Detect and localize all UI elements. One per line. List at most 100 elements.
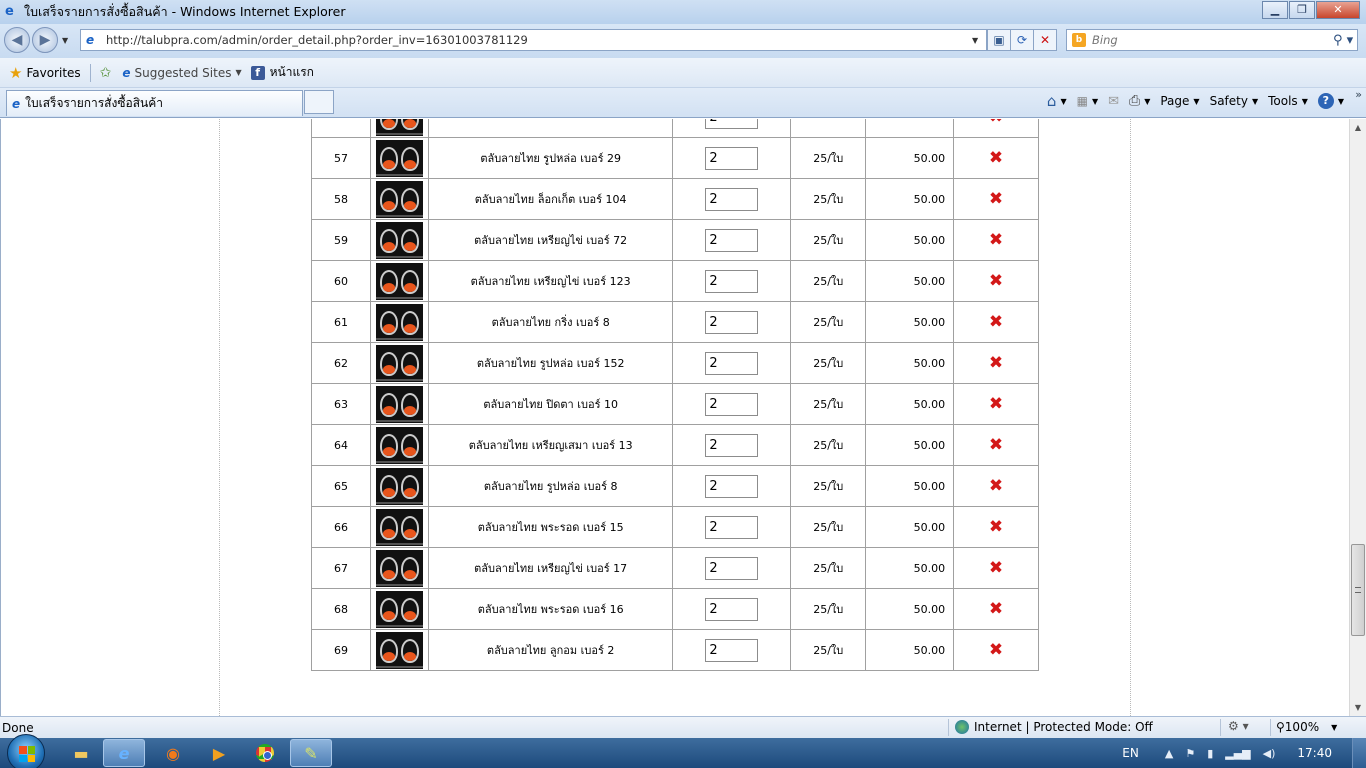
taskbar-chrome[interactable] [244, 739, 286, 767]
product-thumbnail[interactable] [375, 549, 423, 587]
search-icon[interactable]: ⚲ ▾ [1333, 33, 1357, 48]
delete-icon[interactable]: ✖ [989, 271, 1003, 291]
zoom-control[interactable]: ⚲ 100% ▼ [1276, 720, 1337, 734]
product-thumbnail[interactable] [375, 119, 423, 136]
quantity-input[interactable] [705, 351, 759, 375]
scroll-up-icon[interactable]: ▲ [1350, 119, 1366, 136]
facebook-favorite-link[interactable]: f หน้าแรก [250, 63, 314, 82]
quantity-input[interactable] [705, 597, 759, 621]
recent-pages-dropdown[interactable]: ▼ [62, 36, 68, 45]
product-thumbnail[interactable] [375, 344, 423, 382]
delete-icon[interactable]: ✖ [989, 558, 1003, 578]
ie-icon: e [5, 4, 14, 19]
item-number: 68 [311, 588, 371, 630]
show-hidden-icons[interactable]: ▲ [1165, 747, 1173, 760]
forward-button[interactable]: ▶ [32, 27, 58, 53]
read-mail-button[interactable]: ✉ [1108, 94, 1119, 109]
safety-menu[interactable]: Safety ▼ [1210, 94, 1259, 108]
delete-icon[interactable]: ✖ [989, 148, 1003, 168]
table-row: 59 ตลับลายไทย เหรียญไข่ เบอร์ 72 25/ใบ50.0… [311, 219, 1039, 261]
address-bar[interactable]: e ▼ [80, 29, 987, 51]
product-thumbnail[interactable] [375, 631, 423, 669]
refresh-button[interactable]: ⟳ [1010, 29, 1034, 51]
delete-icon[interactable]: ✖ [989, 230, 1003, 250]
product-thumbnail[interactable] [375, 139, 423, 177]
suggested-sites-link[interactable]: e Suggested Sites ▼ [122, 66, 241, 80]
delete-icon[interactable]: ✖ [989, 394, 1003, 414]
favorites-button[interactable]: ★ Favorites [9, 64, 81, 82]
product-thumbnail[interactable] [375, 426, 423, 464]
print-button[interactable]: ⎙ ▼ [1129, 93, 1150, 109]
product-thumbnail[interactable] [375, 590, 423, 628]
clock[interactable]: 17:40 [1297, 746, 1332, 760]
compatibility-view-button[interactable]: ▣ [987, 29, 1011, 51]
feeds-button[interactable]: ▦ ▼ [1077, 94, 1099, 108]
address-dropdown-icon[interactable]: ▼ [972, 36, 986, 45]
network-icon[interactable]: ▂▄▆ [1225, 747, 1250, 760]
product-thumbnail[interactable] [375, 467, 423, 505]
product-thumbnail[interactable] [375, 262, 423, 300]
volume-icon[interactable]: ◀) [1263, 747, 1276, 760]
delete-icon[interactable]: ✖ [989, 517, 1003, 537]
minimize-button[interactable]: ▁ [1262, 1, 1288, 19]
quantity-input[interactable] [705, 187, 759, 211]
tab-order-receipt[interactable]: e ใบเสร็จรายการสั่งซื้อสินค้า [6, 90, 303, 116]
quantity-input[interactable] [705, 392, 759, 416]
item-name: ตลับลายไทย ล็อกเก็ต เบอร์ 104 [427, 178, 674, 220]
delete-icon[interactable]: ✖ [989, 599, 1003, 619]
quantity-input[interactable] [705, 556, 759, 580]
delete-icon[interactable]: ✖ [989, 189, 1003, 209]
search-box[interactable]: b ⚲ ▾ [1066, 29, 1358, 51]
item-delete-cell: ✖ [953, 260, 1039, 302]
help-menu[interactable]: ? ▼ [1317, 93, 1344, 109]
product-thumbnail[interactable] [375, 303, 423, 341]
delete-icon[interactable]: ✖ [989, 353, 1003, 373]
battery-icon[interactable]: ▮ [1207, 747, 1213, 760]
delete-icon[interactable]: ✖ [989, 640, 1003, 660]
language-indicator[interactable]: EN [1122, 746, 1139, 760]
security-zone[interactable]: Internet | Protected Mode: Off [955, 720, 1153, 734]
start-button[interactable] [7, 734, 45, 768]
firefox-icon: ◉ [166, 743, 180, 763]
product-thumbnail[interactable] [375, 385, 423, 423]
scrollbar-thumb[interactable] [1351, 544, 1365, 636]
more-commands-icon[interactable]: » [1355, 88, 1362, 101]
vertical-scrollbar[interactable]: ▲ ▼ [1349, 119, 1366, 716]
delete-icon[interactable]: ✖ [989, 435, 1003, 455]
taskbar-internet-explorer[interactable]: e [103, 739, 145, 767]
restore-button[interactable]: ❐ [1289, 1, 1315, 19]
stop-button[interactable]: ✕ [1033, 29, 1057, 51]
taskbar-explorer[interactable]: ▬ [60, 739, 102, 767]
delete-icon[interactable]: ✖ [989, 476, 1003, 496]
taskbar-firefox[interactable]: ◉ [152, 739, 194, 767]
tools-menu[interactable]: Tools ▼ [1268, 94, 1308, 108]
delete-icon[interactable]: ✖ [989, 119, 1003, 127]
back-button[interactable]: ◀ [4, 27, 30, 53]
quantity-input[interactable] [705, 310, 759, 334]
new-tab-button[interactable] [304, 90, 334, 114]
popup-blocker-icon[interactable]: ⚙ ▾ [1228, 719, 1249, 733]
close-button[interactable]: ✕ [1316, 1, 1360, 19]
page-menu[interactable]: Page ▼ [1160, 94, 1199, 108]
delete-icon[interactable]: ✖ [989, 312, 1003, 332]
quantity-input[interactable] [705, 228, 759, 252]
quantity-input[interactable] [705, 269, 759, 293]
quantity-input[interactable] [705, 119, 759, 129]
add-to-favorites-bar-button[interactable]: ✩ [100, 65, 114, 81]
quantity-input[interactable] [705, 515, 759, 539]
quantity-input[interactable] [705, 638, 759, 662]
product-thumbnail[interactable] [375, 508, 423, 546]
quantity-input[interactable] [705, 474, 759, 498]
product-thumbnail[interactable] [375, 180, 423, 218]
quantity-input[interactable] [705, 433, 759, 457]
product-thumbnail[interactable] [375, 221, 423, 259]
search-input[interactable] [1092, 33, 1333, 47]
quantity-input[interactable] [705, 146, 759, 170]
show-desktop-button[interactable] [1352, 738, 1366, 768]
taskbar-media-player[interactable]: ▶ [198, 739, 240, 767]
scroll-down-icon[interactable]: ▼ [1350, 699, 1366, 716]
action-center-icon[interactable]: ⚑ [1185, 747, 1195, 760]
home-button[interactable]: ⌂ ▼ [1047, 92, 1067, 110]
url-input[interactable] [106, 33, 972, 47]
taskbar-notepad[interactable]: ✎ [290, 739, 332, 767]
